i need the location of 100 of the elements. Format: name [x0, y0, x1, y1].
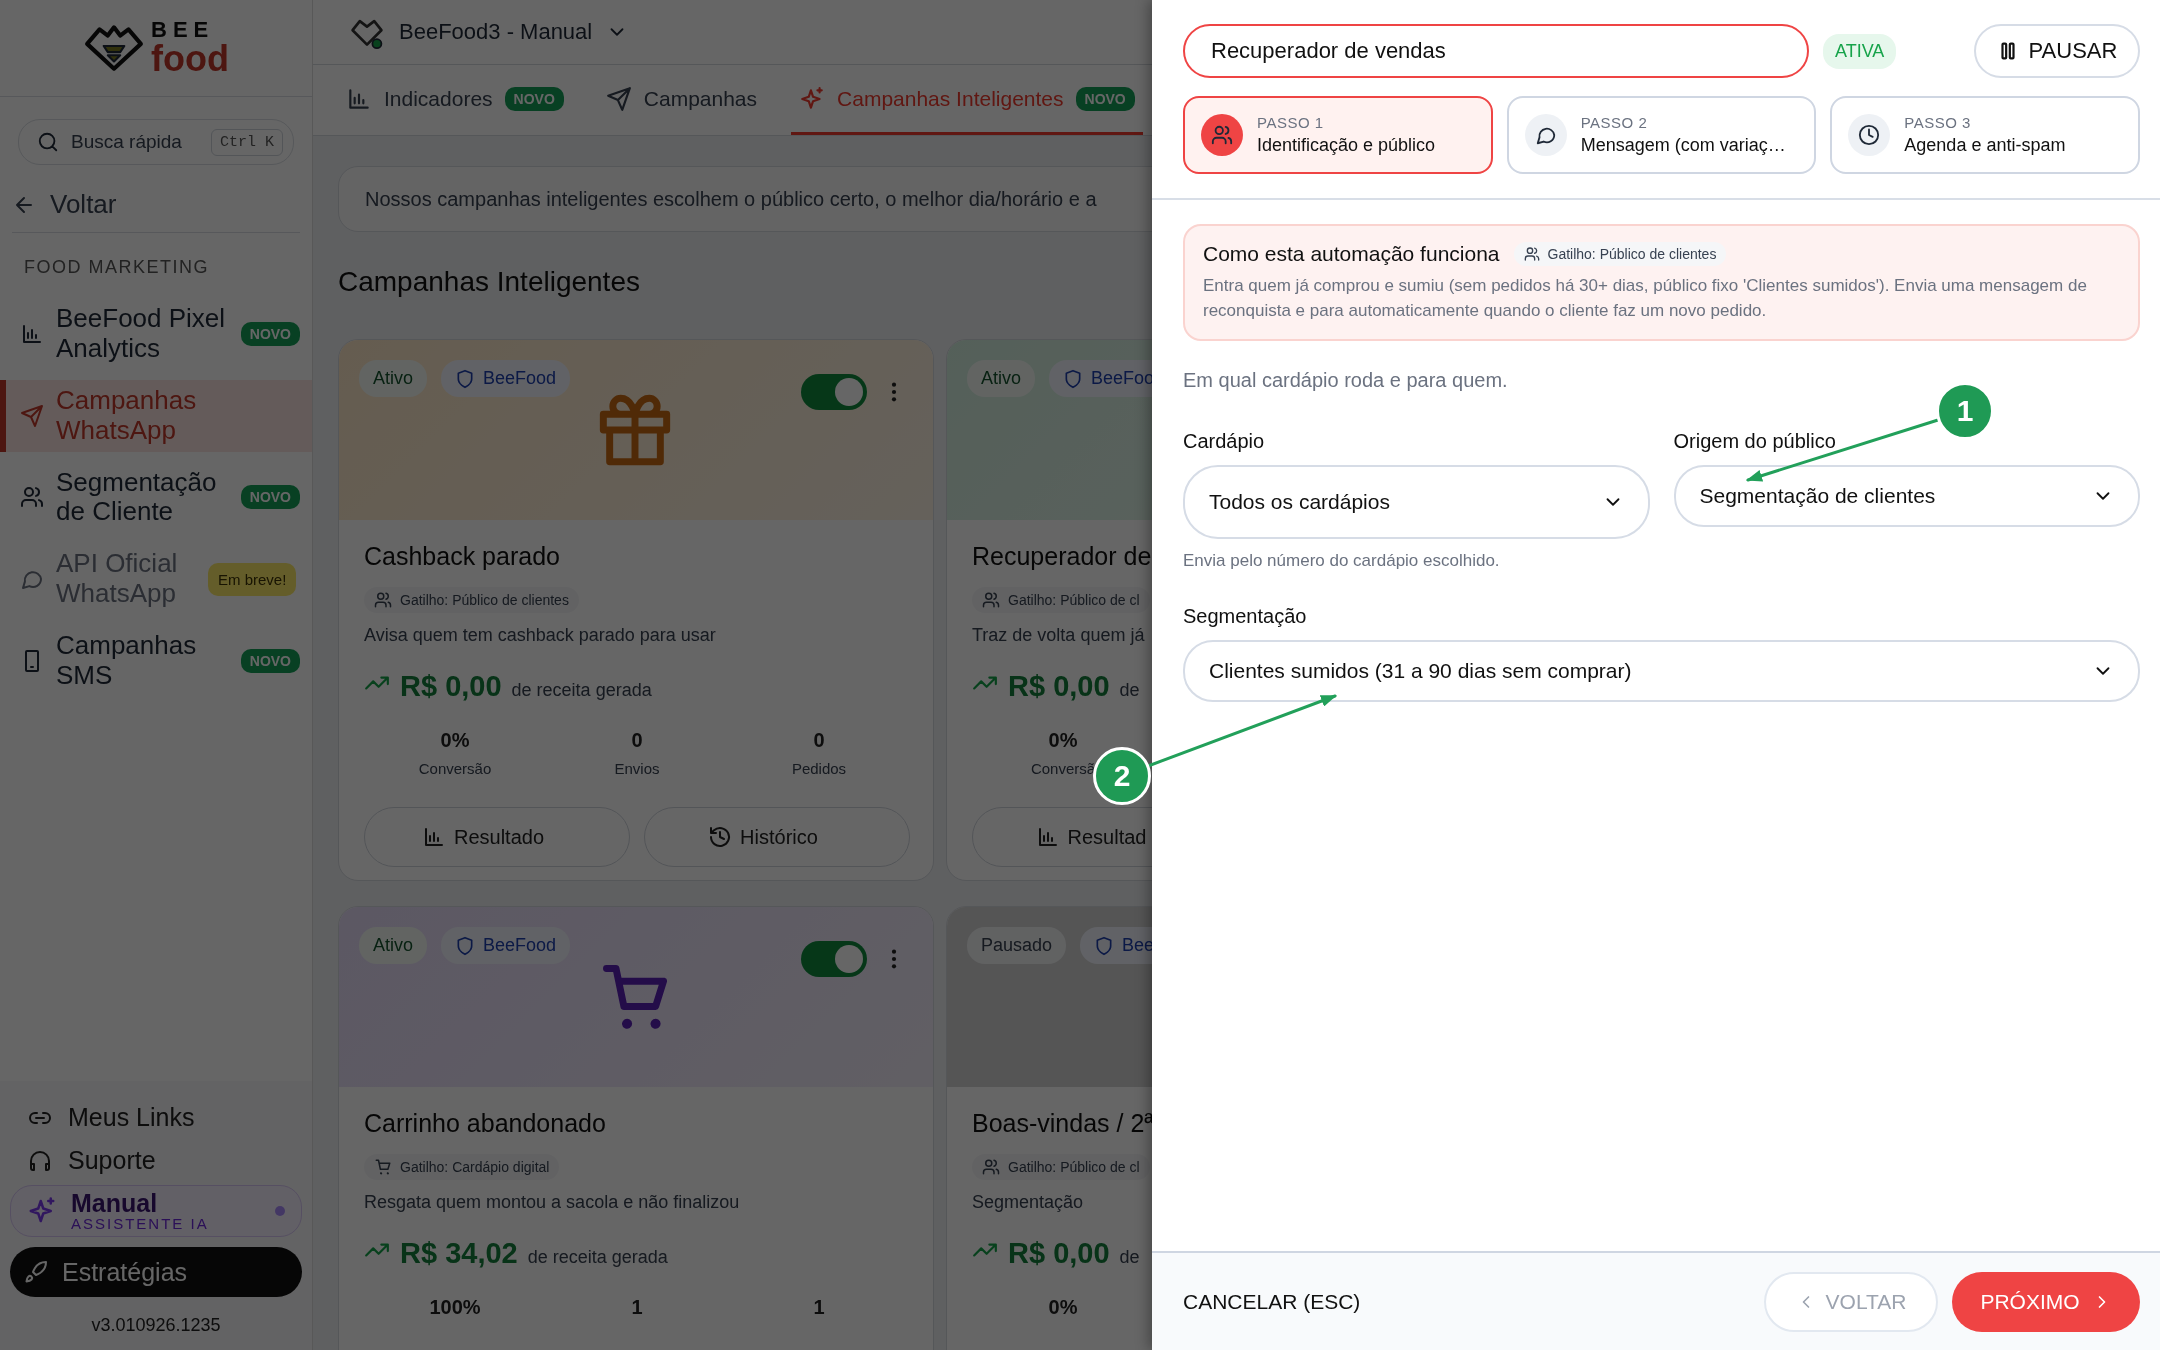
next-button[interactable]: PRÓXIMO: [1952, 1271, 2140, 1332]
assistant-card[interactable]: Manual ASSISTENTE IA: [10, 1185, 302, 1237]
select-value[interactable]: Segmentação de clientes: [1699, 484, 1936, 509]
footer-link-label[interactable]: Suporte: [68, 1146, 156, 1175]
field-label: Segmentação: [1183, 605, 1308, 629]
step-title: Agenda e anti-spam: [1904, 135, 2066, 156]
logo-wordmark-food: food: [151, 41, 229, 77]
tab[interactable]: Indicadores NOVO: [338, 65, 572, 135]
nav-item[interactable]: Segmentação de Cliente NOVO: [0, 461, 312, 534]
status-dot: [275, 1206, 285, 1216]
users-icon: [20, 485, 44, 510]
nav-item-label[interactable]: BeeFood Pixel Analytics: [56, 304, 229, 364]
trigger-label: Gatilho: Público de clientes: [1547, 246, 1717, 262]
nav-item-label[interactable]: Segmentação de Cliente: [56, 467, 229, 528]
select-field[interactable]: Clientes sumidos (31 a 90 dias sem comprar): [1183, 640, 2140, 703]
assistant-subtitle: ASSISTENTE IA: [71, 1216, 209, 1232]
toggle-switch[interactable]: [801, 374, 867, 410]
step-number: PASSO 3: [1904, 114, 1972, 131]
revenue-label: de: [1119, 680, 1140, 701]
nav-item-label[interactable]: Campanhas SMS: [56, 631, 229, 691]
tab-label[interactable]: Indicadores: [384, 86, 493, 111]
step-tab[interactable]: PASSO 2 Mensagem (com variaç…: [1506, 96, 1817, 174]
search-field[interactable]: Busca rápida Ctrl K: [18, 119, 294, 165]
nav-item[interactable]: Campanhas WhatsApp: [0, 379, 312, 452]
step-number: PASSO 2: [1580, 114, 1649, 131]
more-icon[interactable]: [891, 948, 897, 970]
field-hint: Envia pelo número do cardápio escolhido.: [1183, 551, 1501, 572]
stat-value: 0%: [1048, 729, 1078, 752]
history-icon: [708, 825, 733, 849]
revenue-label: de receita gerada: [511, 680, 652, 701]
tab-label[interactable]: Campanhas Inteligentes: [837, 86, 1064, 111]
step-title: Mensagem (com variaç…: [1580, 135, 1786, 156]
tab-label[interactable]: Campanhas: [643, 86, 758, 111]
select-value[interactable]: Todos os cardápios: [1209, 490, 1390, 515]
gift-icon: [597, 392, 673, 468]
strategies-button[interactable]: Estratégias: [10, 1247, 302, 1297]
version-label: v3.010926.1235: [90, 1315, 222, 1336]
step-number: PASSO 1: [1257, 114, 1325, 131]
card-description: Resgata quem montou a sacola e não finalizou: [364, 1192, 740, 1213]
chat-bubble-icon: [1524, 114, 1567, 156]
step-tab[interactable]: PASSO 1 Identificação e público: [1183, 96, 1493, 174]
pause-button[interactable]: PAUSAR: [1974, 24, 2140, 78]
new-badge: NOVO: [1075, 86, 1135, 111]
step-tab[interactable]: PASSO 3 Agenda e anti-spam: [1830, 96, 2140, 174]
tab[interactable]: Campanhas Inteligentes NOVO: [791, 65, 1143, 135]
card-button[interactable]: Resultad: [972, 807, 1153, 867]
footer-link[interactable]: Suporte: [10, 1142, 302, 1179]
stat-value: 0%: [1048, 1296, 1078, 1319]
select-field[interactable]: Segmentação de clientes: [1673, 465, 2140, 528]
card-description: Segmentação: [972, 1192, 1084, 1213]
cancel-button[interactable]: CANCELAR (ESC): [1183, 1289, 1361, 1314]
brand-label: Bee: [1122, 935, 1153, 956]
users-icon: [1523, 246, 1540, 262]
send-icon: [605, 85, 632, 112]
field-label: Origem do público: [1673, 430, 1837, 454]
bee-logo-icon: [83, 23, 145, 73]
stat-value: 1: [813, 1296, 825, 1319]
nav-item-label[interactable]: Campanhas WhatsApp: [56, 385, 256, 446]
nav-badge: NOVO: [240, 485, 300, 510]
footer-link-label[interactable]: Meus Links: [68, 1103, 195, 1132]
logo-wordmark: BEE: [151, 19, 216, 41]
banner-text: Nossos campanhas inteligentes escolhem o público certo, o melhor dia/horário e a: [365, 187, 1097, 211]
nav-badge: NOVO: [240, 649, 300, 673]
shield-icon: [455, 935, 476, 956]
status-chip: Ativo: [359, 927, 428, 964]
card-button[interactable]: Resultado: [364, 807, 630, 867]
stat-value: 0: [631, 729, 643, 752]
trigger-label: Gatilho: Público de clientes: [400, 592, 569, 608]
campaign-name-field[interactable]: Recuperador de vendas: [1183, 24, 1809, 78]
users-icon: [1201, 114, 1243, 156]
nav-item[interactable]: Campanhas SMS NOVO: [0, 625, 312, 697]
back-link-label[interactable]: Voltar: [50, 189, 117, 220]
step-title: Identificação e público: [1257, 135, 1436, 156]
assistant-name: Manual: [71, 1190, 159, 1217]
new-badge: NOVO: [504, 86, 564, 111]
trigger-label: Gatilho: Cardápio digital: [400, 1159, 550, 1175]
card-button[interactable]: Histórico: [644, 807, 910, 867]
status-badge: ATIVA: [1823, 33, 1897, 69]
footer-link[interactable]: Meus Links: [10, 1099, 302, 1136]
select-value[interactable]: Clientes sumidos (31 a 90 dias sem comprar): [1209, 659, 1632, 684]
revenue-value: R$ 0,00: [1008, 670, 1110, 703]
account-name[interactable]: BeeFood3 - Manual: [399, 19, 593, 45]
stat-value: 0: [813, 729, 825, 752]
brand-label: BeeFoo: [1091, 368, 1153, 389]
tab[interactable]: Campanhas: [597, 65, 766, 135]
toggle-switch[interactable]: [801, 941, 867, 977]
shield-icon: [1094, 935, 1115, 956]
search-icon: [37, 131, 59, 153]
revenue-value: R$ 0,00: [400, 670, 502, 703]
select-field[interactable]: Todos os cardápios: [1183, 465, 1650, 540]
more-icon[interactable]: [891, 381, 897, 403]
search-input[interactable]: Busca rápida: [69, 130, 193, 154]
revenue-value: R$ 0,00: [1008, 1237, 1110, 1270]
stat-label: Pedidos: [791, 760, 847, 777]
revenue-label: de: [1119, 1247, 1140, 1268]
headset-icon: [28, 1148, 52, 1173]
card-title: Boas-vindas / 2ª: [972, 1109, 1153, 1138]
users-icon: [982, 1158, 1000, 1176]
shield-icon: [1063, 368, 1084, 389]
back-link[interactable]: Voltar: [12, 189, 300, 233]
